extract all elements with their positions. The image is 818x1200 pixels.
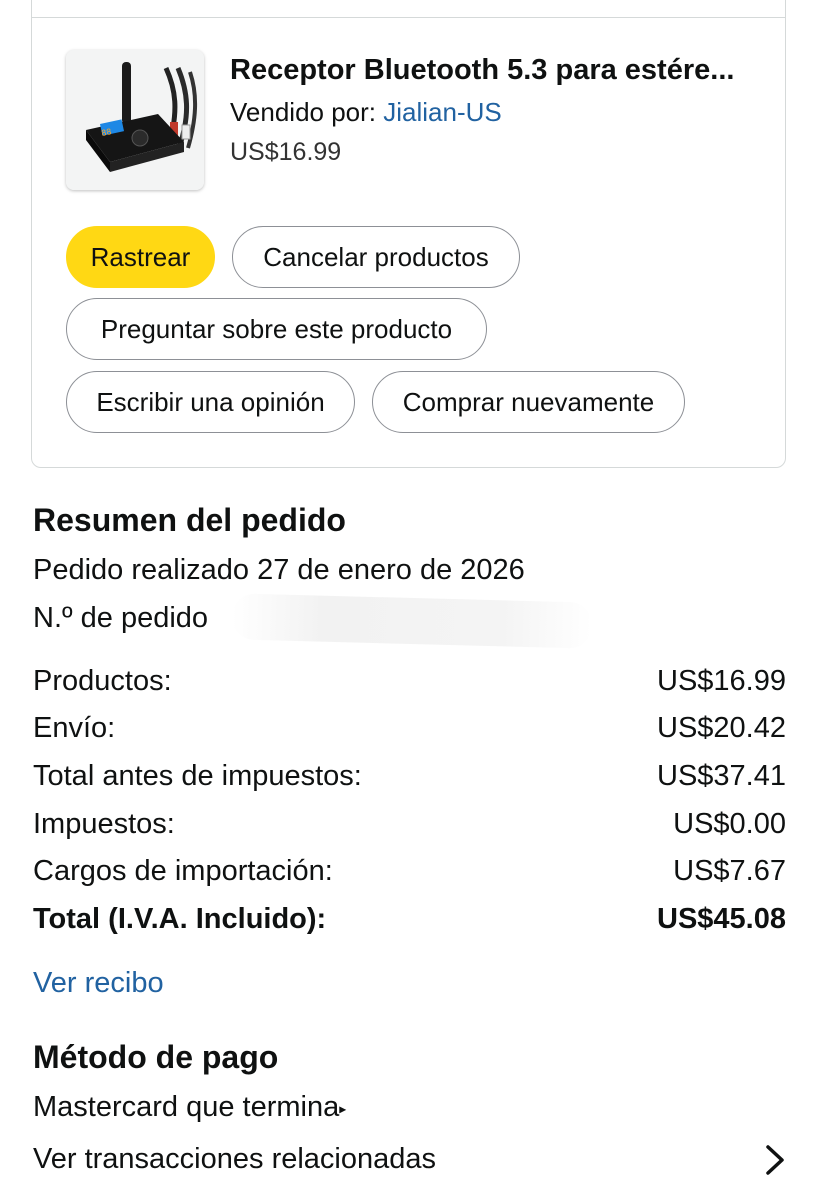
summary-row-import-fees: Cargos de importación: US$7.67 (33, 853, 786, 889)
seller-link[interactable]: Jialian-US (383, 97, 502, 127)
product-title[interactable]: Receptor Bluetooth 5.3 para estére... (230, 52, 770, 88)
summary-row-taxes: Impuestos: US$0.00 (33, 806, 786, 842)
ask-product-button[interactable]: Preguntar sobre este producto (66, 298, 487, 360)
row-label: Total (I.V.A. Incluido): (33, 903, 327, 935)
row-label: Cargos de importación: (33, 855, 333, 887)
order-date: Pedido realizado 27 de enero de 2026 (33, 554, 525, 586)
card-suffix-marker: ▸ (339, 1100, 347, 1117)
row-label: Envío: (33, 712, 116, 744)
order-number-label: N.º de pedido (33, 602, 209, 634)
summary-row-shipping: Envío: US$20.42 (33, 710, 786, 746)
row-value: US$37.41 (657, 760, 786, 792)
seller-line: Vendido por: Jialian-US (230, 95, 502, 129)
bluetooth-receiver-icon: 88 (66, 50, 204, 190)
buy-again-button[interactable]: Comprar nuevamente (372, 371, 685, 433)
related-transactions-label: Ver transacciones relacionadas (33, 1143, 437, 1175)
order-summary-title: Resumen del pedido (33, 502, 346, 538)
chevron-right-icon[interactable] (760, 1142, 790, 1178)
redacted-order-number (231, 593, 593, 649)
row-value: US$45.08 (657, 903, 786, 935)
divider (32, 17, 786, 18)
summary-row-products: Productos: US$16.99 (33, 663, 786, 699)
related-transactions-row[interactable]: Ver transacciones relacionadas (33, 1141, 786, 1177)
track-button[interactable]: Rastrear (66, 226, 215, 288)
row-label: Impuestos: (33, 808, 175, 840)
summary-row-total: Total (I.V.A. Incluido): US$45.08 (33, 901, 786, 937)
product-image[interactable]: 88 (66, 50, 204, 190)
row-value: US$16.99 (657, 665, 786, 697)
sold-by-label: Vendido por: (230, 97, 377, 127)
row-value: US$20.42 (657, 712, 786, 744)
write-review-button[interactable]: Escribir una opinión (66, 371, 355, 433)
cancel-products-button[interactable]: Cancelar productos (232, 226, 520, 288)
payment-card-line: Mastercard que termina▸ (33, 1089, 346, 1126)
row-label: Total antes de impuestos: (33, 760, 362, 792)
payment-method-title: Método de pago (33, 1039, 279, 1075)
view-receipt-link[interactable]: Ver recibo (33, 965, 164, 1001)
row-label: Productos: (33, 665, 172, 697)
summary-row-pretax: Total antes de impuestos: US$37.41 (33, 758, 786, 794)
row-value: US$7.67 (673, 855, 786, 887)
row-value: US$0.00 (673, 808, 786, 840)
product-price: US$16.99 (230, 138, 342, 166)
payment-card-text: Mastercard que termina (33, 1091, 340, 1123)
